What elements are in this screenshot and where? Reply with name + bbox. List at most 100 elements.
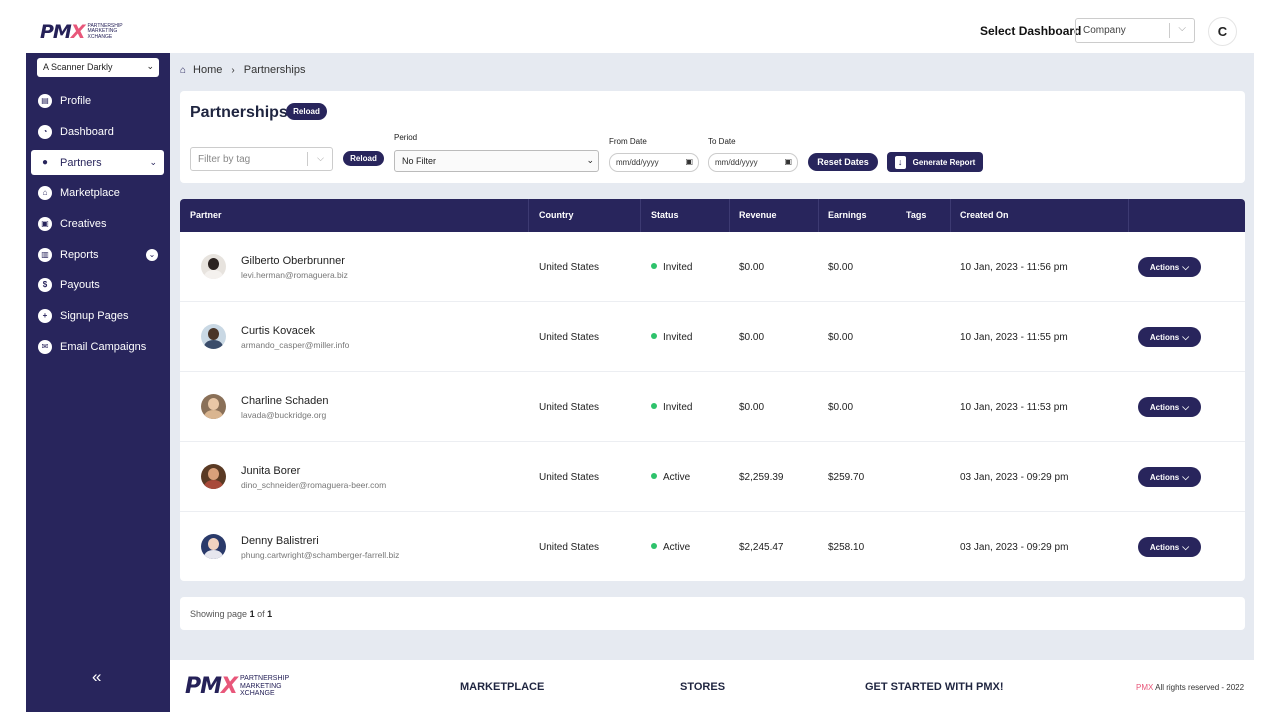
status-text: Active xyxy=(663,542,691,553)
column-header-created-on[interactable]: Created On xyxy=(960,210,1009,220)
date-placeholder: mm/dd/yyyy xyxy=(715,158,758,167)
select-dashboard-label: Select Dashboard xyxy=(980,24,1082,38)
partner-revenue: $2,245.47 xyxy=(739,542,784,553)
sidebar-item-payouts[interactable]: $ Payouts xyxy=(31,272,164,297)
avatar-body xyxy=(204,410,223,419)
table-row: Curtis Kovacek armando_casper@miller.inf… xyxy=(180,302,1245,372)
partner-avatar xyxy=(201,324,226,349)
partner-earnings: $0.00 xyxy=(828,402,854,413)
table-row: Denny Balistreri phung.cartwright@schamb… xyxy=(180,512,1245,581)
chevron-down-icon: ⌵ xyxy=(1182,261,1190,272)
footer-logo[interactable]: PMX PARTNERSHIP MARKETING XCHANGE xyxy=(185,674,289,699)
partners-table: Partner Country Status Revenue Earnings … xyxy=(180,199,1245,581)
collapse-sidebar-icon[interactable]: « xyxy=(92,667,101,687)
footer-link-stores[interactable]: STORES xyxy=(680,681,725,693)
avatar-head xyxy=(208,328,219,340)
partner-name[interactable]: Denny Balistreri xyxy=(241,535,319,547)
pmx-logo[interactable]: PMX PARTNERSHIP MARKETING XCHANGE xyxy=(40,21,123,43)
sidebar-item-creatives[interactable]: ▣ Creatives xyxy=(31,211,164,236)
reset-dates-button[interactable]: Reset Dates xyxy=(808,153,878,171)
sidebar-item-signup-pages[interactable]: + Signup Pages xyxy=(31,303,164,328)
partner-status: Invited xyxy=(651,332,692,343)
sidebar-item-label: Dashboard xyxy=(60,125,114,138)
column-header-earnings[interactable]: Earnings xyxy=(828,210,867,220)
page-title: Partnerships xyxy=(190,104,288,121)
sidebar-item-label: Creatives xyxy=(60,217,107,230)
column-header-country[interactable]: Country xyxy=(539,210,574,220)
column-header-status[interactable]: Status xyxy=(651,210,679,220)
table-header: Partner Country Status Revenue Earnings … xyxy=(180,199,1245,232)
actions-button[interactable]: Actions ⌵ xyxy=(1138,537,1201,557)
actions-label: Actions xyxy=(1149,332,1180,342)
partner-email: lavada@buckridge.org xyxy=(241,410,327,420)
home-icon: ⌂ xyxy=(180,64,187,76)
file-icon: ▥ xyxy=(38,247,52,262)
dollar-icon: $ xyxy=(38,277,52,292)
copyright-brand: PMX xyxy=(1136,683,1154,692)
partner-country: United States xyxy=(539,472,600,483)
pagination-info: Showing page 1 of 1 xyxy=(180,597,1245,630)
partner-name[interactable]: Charline Schaden xyxy=(241,395,328,407)
partner-created-on: 03 Jan, 2023 - 09:29 pm xyxy=(960,472,1069,483)
partner-created-on: 10 Jan, 2023 - 11:55 pm xyxy=(960,332,1068,343)
partner-country: United States xyxy=(539,262,600,273)
footer-link-get-started[interactable]: GET STARTED WITH PMX! xyxy=(865,681,1004,693)
footer-link-marketplace[interactable]: MARKETPLACE xyxy=(460,681,544,693)
actions-button[interactable]: Actions ⌵ xyxy=(1138,397,1201,417)
partner-status: Active xyxy=(651,542,690,553)
column-header-revenue[interactable]: Revenue xyxy=(739,210,777,220)
chevron-down-icon: ⌄ xyxy=(146,248,158,261)
tag-filter-placeholder: Filter by tag xyxy=(198,154,251,165)
user-avatar[interactable]: C xyxy=(1208,17,1237,46)
account-select[interactable]: A Scanner Darkly ⌄ xyxy=(37,58,159,77)
actions-button[interactable]: Actions ⌵ xyxy=(1138,257,1201,277)
period-select[interactable]: No Filter ⌄ xyxy=(394,150,599,172)
partner-country: United States xyxy=(539,332,600,343)
partner-earnings: $0.00 xyxy=(828,262,854,273)
sidebar-item-marketplace[interactable]: ⌂ Marketplace xyxy=(31,180,164,205)
calendar-icon[interactable]: ▣ xyxy=(784,157,792,166)
actions-label: Actions xyxy=(1149,542,1180,552)
partner-name[interactable]: Curtis Kovacek xyxy=(241,325,315,337)
table-row: Junita Borer dino_schneider@romaguera-be… xyxy=(180,442,1245,512)
table-row: Gilberto Oberbrunner levi.herman@romague… xyxy=(180,232,1245,302)
partner-name[interactable]: Gilberto Oberbrunner xyxy=(241,255,345,267)
column-header-tags[interactable]: Tags xyxy=(906,210,926,220)
calendar-icon[interactable]: ▣ xyxy=(685,157,693,166)
column-header-partner[interactable]: Partner xyxy=(190,210,222,220)
select-divider xyxy=(1169,23,1170,38)
actions-button[interactable]: Actions ⌵ xyxy=(1138,467,1201,487)
period-select-value: No Filter xyxy=(402,156,437,166)
sidebar-item-label: Payouts xyxy=(60,278,100,291)
to-date-input[interactable]: mm/dd/yyyy ▣ xyxy=(708,153,798,172)
from-date-input[interactable]: mm/dd/yyyy ▣ xyxy=(609,153,699,172)
partner-revenue: $0.00 xyxy=(739,402,765,413)
reload-tags-button[interactable]: Reload xyxy=(343,151,384,166)
top-bar: PMX PARTNERSHIP MARKETING XCHANGE Select… xyxy=(0,0,1280,53)
sidebar-item-partners[interactable]: ● Partners ⌄ xyxy=(31,150,164,175)
chevron-right-icon: › xyxy=(231,64,235,76)
breadcrumb-home[interactable]: Home xyxy=(193,64,222,76)
to-date-label: To Date xyxy=(708,137,736,146)
user-icon: ● xyxy=(41,157,49,168)
partner-country: United States xyxy=(539,402,600,413)
partner-name[interactable]: Junita Borer xyxy=(241,465,300,477)
sidebar-item-label: Profile xyxy=(60,94,92,107)
sidebar-item-dashboard[interactable]: ◔ Dashboard xyxy=(31,119,164,144)
tag-filter-select[interactable]: Filter by tag ⌵ xyxy=(190,147,333,171)
status-text: Active xyxy=(663,472,691,483)
column-divider xyxy=(640,199,641,232)
sidebar-item-label: Email Campaigns xyxy=(60,340,147,353)
actions-button[interactable]: Actions ⌵ xyxy=(1138,327,1201,347)
avatar-body xyxy=(204,480,223,489)
sidebar-item-profile[interactable]: ▤ Profile xyxy=(31,88,164,113)
pager-total: 1 xyxy=(267,609,273,619)
dashboard-select[interactable]: Company ⌵ xyxy=(1075,18,1195,43)
generate-report-button[interactable]: ↓ Generate Report xyxy=(887,152,983,172)
sidebar-item-reports[interactable]: ▥ Reports ⌄ xyxy=(31,242,164,267)
reload-button[interactable]: Reload xyxy=(286,103,327,120)
breadcrumb: ⌂ Home › Partnerships xyxy=(180,64,306,76)
sidebar-item-email-campaigns[interactable]: ✉ Email Campaigns xyxy=(31,334,164,359)
partner-earnings: $259.70 xyxy=(828,472,865,483)
partner-earnings: $0.00 xyxy=(828,332,854,343)
